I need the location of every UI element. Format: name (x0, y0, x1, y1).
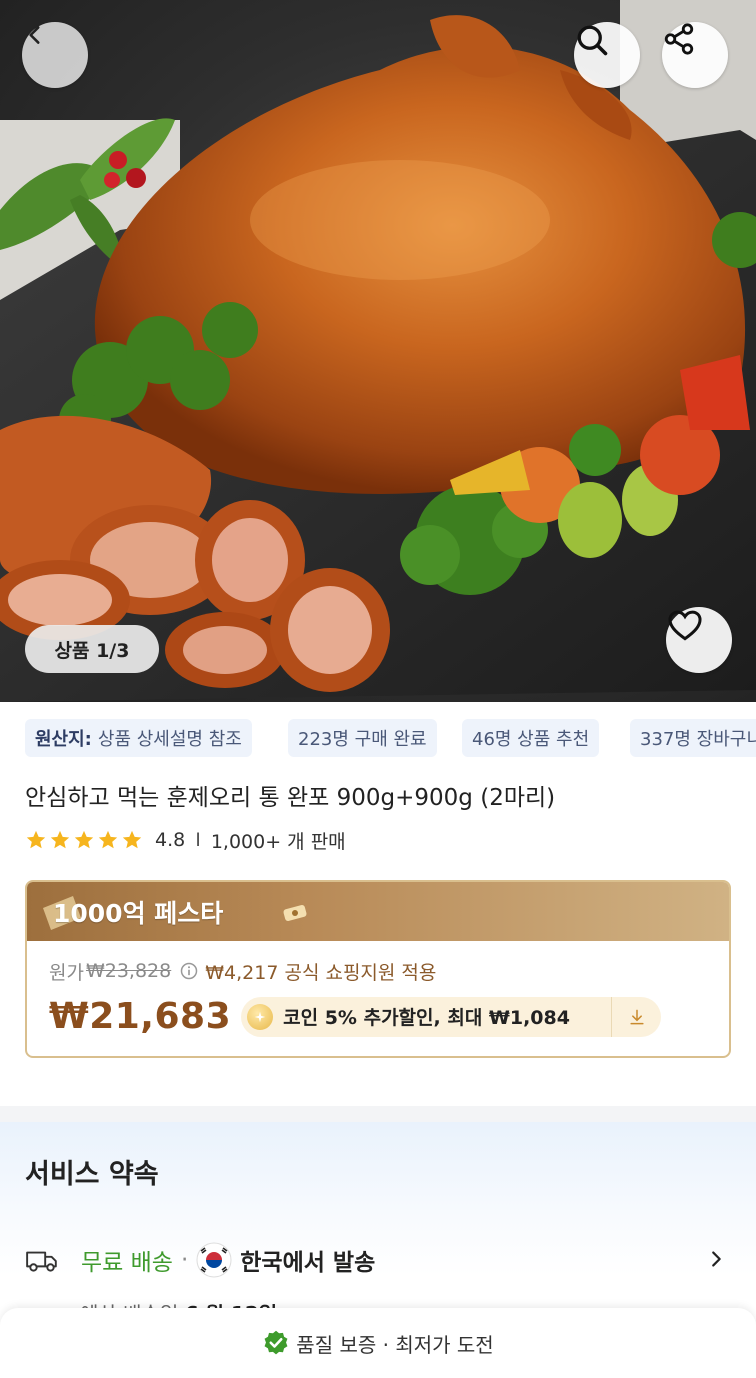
section-divider (0, 1106, 756, 1122)
share-button[interactable] (662, 22, 728, 88)
original-price-label: 원가 (49, 961, 84, 984)
quality-guarantee-text: 품질 보증 · 최저가 도전 (296, 1332, 494, 1357)
star-icon (50, 830, 70, 849)
search-icon (577, 25, 608, 56)
chip-origin: 원산지: 상품 상세설명 참조 (25, 719, 252, 757)
search-button[interactable] (574, 22, 640, 88)
product-info-chips: 원산지: 상품 상세설명 참조 223명 구매 완료 46명 상품 추천 337… (0, 719, 756, 757)
discount-text: ₩4,217 공식 쇼핑지원 적용 (205, 961, 437, 984)
separator-dot: · (180, 1247, 189, 1273)
coin-discount-text: 코인 5% 추가할인, 최대 ₩1,084 (283, 1007, 570, 1029)
verified-check-icon (264, 1330, 288, 1355)
shipping-row[interactable]: 무료 배송 · 한국에서 발송 (25, 1240, 731, 1280)
original-price: ₩23,828 (85, 960, 172, 982)
promo-header: 1000억 페스타 (27, 882, 729, 941)
coupon-icon (283, 905, 307, 921)
rating-separator: I (195, 829, 201, 851)
star-icon (98, 830, 118, 849)
chip-cart: 337명 장바구니 (630, 719, 756, 757)
rating-value: 4.8 (155, 829, 186, 851)
truck-icon (26, 1251, 57, 1272)
ship-from-label: 한국에서 발송 (240, 1250, 376, 1276)
product-image-gallery[interactable]: 상품 1/3 (0, 0, 756, 702)
price-row: ₩21,683 코인 5% 추가할인, 최대 ₩1,084 (49, 996, 707, 1037)
quality-guarantee-bar[interactable]: 품질 보증 · 최저가 도전 (0, 1308, 756, 1378)
heart-icon (668, 610, 702, 641)
info-icon[interactable] (179, 961, 199, 981)
chevron-right-icon (712, 1251, 721, 1267)
download-coupon-button[interactable] (611, 996, 661, 1037)
coin-discount-pill[interactable]: 코인 5% 추가할인, 최대 ₩1,084 (241, 996, 662, 1037)
chip-purchases-text: 223명 구매 완료 (298, 729, 427, 750)
roast-duck-photo (0, 0, 756, 702)
chip-recommends: 46명 상품 추천 (462, 719, 600, 757)
chevron-left-icon (29, 26, 40, 44)
chip-cart-text: 337명 장바구니 (640, 729, 756, 750)
download-icon (630, 1009, 644, 1024)
rating-row[interactable]: 4.8 I 1,000+ 개 판매 (25, 826, 346, 854)
wishlist-button[interactable] (666, 607, 732, 673)
sale-price: ₩21,683 (49, 996, 232, 1037)
star-icon (74, 830, 94, 849)
korea-flag-icon (196, 1242, 232, 1278)
share-icon (664, 23, 694, 55)
original-price-row: 원가 ₩23,828 ₩4,217 공식 쇼핑지원 적용 (49, 958, 707, 984)
star-icon (122, 830, 142, 849)
chip-origin-value: 상품 상세설명 참조 (97, 729, 242, 750)
coin-icon (247, 1003, 274, 1030)
star-rating (25, 829, 143, 851)
sold-count: 1,000+ 개 판매 (210, 830, 346, 853)
free-shipping-label: 무료 배송 (81, 1250, 173, 1276)
festival-title: 1000억 페스타 (53, 899, 224, 928)
promo-box: 1000억 페스타 원가 ₩23,828 ₩4,217 공식 쇼핑지원 적용 ₩… (25, 880, 731, 1058)
service-title: 서비스 약속 (25, 1159, 159, 1190)
star-icon (26, 830, 46, 849)
back-button[interactable] (22, 22, 88, 88)
chip-origin-label: 원산지: (35, 729, 92, 750)
image-counter: 상품 1/3 (25, 625, 159, 673)
chip-recommends-text: 46명 상품 추천 (472, 729, 590, 750)
chip-purchases: 223명 구매 완료 (288, 719, 437, 757)
product-title: 안심하고 먹는 훈제오리 통 완포 900g+900g (2마리) (25, 785, 556, 811)
